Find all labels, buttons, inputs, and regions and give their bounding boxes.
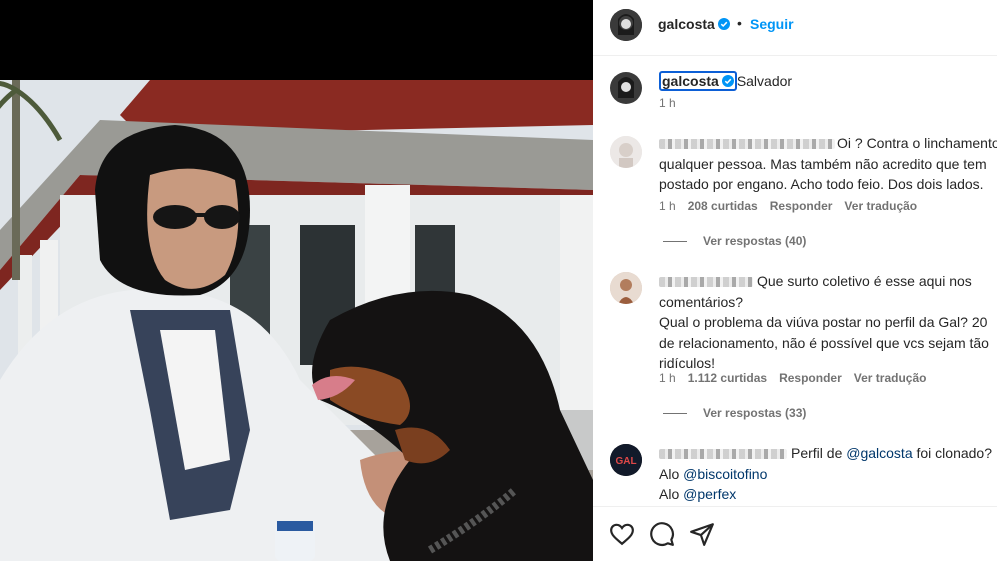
post-media — [0, 0, 593, 561]
comment: Que surto coletivo é esse aqui nos comen… — [659, 271, 997, 374]
comment: Oi ? Contra o linchamento de qualquer pe… — [659, 133, 997, 195]
comment: Perfil de @galcosta foi clonado? Alo @bi… — [659, 443, 997, 505]
svg-text:GAL: GAL — [615, 456, 636, 467]
comment-likes[interactable]: 208 curtidas — [688, 199, 758, 213]
post-header: galcosta • Seguir — [593, 0, 997, 56]
blurred-username[interactable] — [659, 449, 787, 460]
follow-button[interactable]: Seguir — [750, 16, 794, 32]
blurred-username[interactable] — [659, 139, 835, 150]
post-photo — [0, 80, 593, 561]
reply-button[interactable]: Responder — [779, 371, 842, 385]
comment-time: 1 h — [659, 199, 676, 213]
view-replies-button[interactable]: Ver respostas (33) — [663, 406, 806, 420]
verified-badge-icon — [717, 18, 730, 30]
translate-button[interactable]: Ver tradução — [854, 371, 927, 385]
comment-line: Qual o problema da viúva postar no perfi… — [659, 314, 988, 330]
mention-link[interactable]: @biscoitofino — [683, 466, 767, 482]
comment-meta: 1 h 1.112 curtidas Responder Ver tradução — [659, 371, 938, 385]
view-replies-button[interactable]: Ver respostas (40) — [663, 234, 806, 248]
comment-line: Oi ? Contra o linchamento de — [659, 133, 997, 154]
comment-line: Alo @biscoitofino — [659, 465, 768, 482]
comment-line: Perfil de @galcosta foi clonado? — [659, 443, 997, 464]
comment-line: comentários? — [659, 293, 744, 310]
author-username[interactable]: galcosta — [658, 16, 730, 32]
caption: galcosta Salvador — [659, 71, 997, 92]
share-icon[interactable] — [689, 521, 715, 547]
comment-avatar[interactable] — [610, 272, 642, 304]
replies-line — [663, 413, 687, 415]
comment-line: postado por engano. Acho todo feio. Dos … — [659, 176, 984, 192]
author-avatar[interactable] — [610, 9, 642, 41]
replies-line — [663, 241, 687, 243]
blurred-username[interactable] — [659, 277, 753, 288]
comment-time: 1 h — [659, 371, 676, 385]
comment-line: de relacionamento, não é possível que vc… — [659, 334, 989, 351]
reply-button[interactable]: Responder — [770, 199, 833, 213]
action-bar — [593, 506, 997, 561]
comment-likes[interactable]: 1.112 curtidas — [688, 371, 767, 385]
comment-avatar[interactable]: GAL — [610, 444, 642, 476]
comment-avatar[interactable] — [610, 136, 642, 168]
heart-icon[interactable] — [609, 521, 635, 547]
verified-badge-icon — [721, 75, 734, 87]
caption-text: Salvador — [736, 73, 793, 89]
caption-avatar[interactable] — [610, 72, 642, 104]
comment-line: Que surto coletivo é esse aqui nos — [659, 271, 997, 292]
comment-meta: 1 h 208 curtidas Responder Ver tradução — [659, 199, 929, 213]
comment-line: qualquer pessoa. Mas também não acredito… — [659, 155, 987, 172]
separator-dot: • — [737, 15, 742, 31]
post-sidebar: galcosta • Seguir galcosta Salvador 1 h O… — [593, 0, 997, 561]
translate-button[interactable]: Ver tradução — [844, 199, 917, 213]
caption-username[interactable]: galcosta — [659, 71, 737, 91]
mention-link[interactable]: @galcosta — [846, 445, 912, 461]
mention-link[interactable]: @perfex — [683, 486, 736, 502]
comment-icon[interactable] — [649, 521, 675, 547]
caption-time: 1 h — [659, 96, 676, 110]
comment-line: Alo @perfex — [659, 486, 737, 502]
